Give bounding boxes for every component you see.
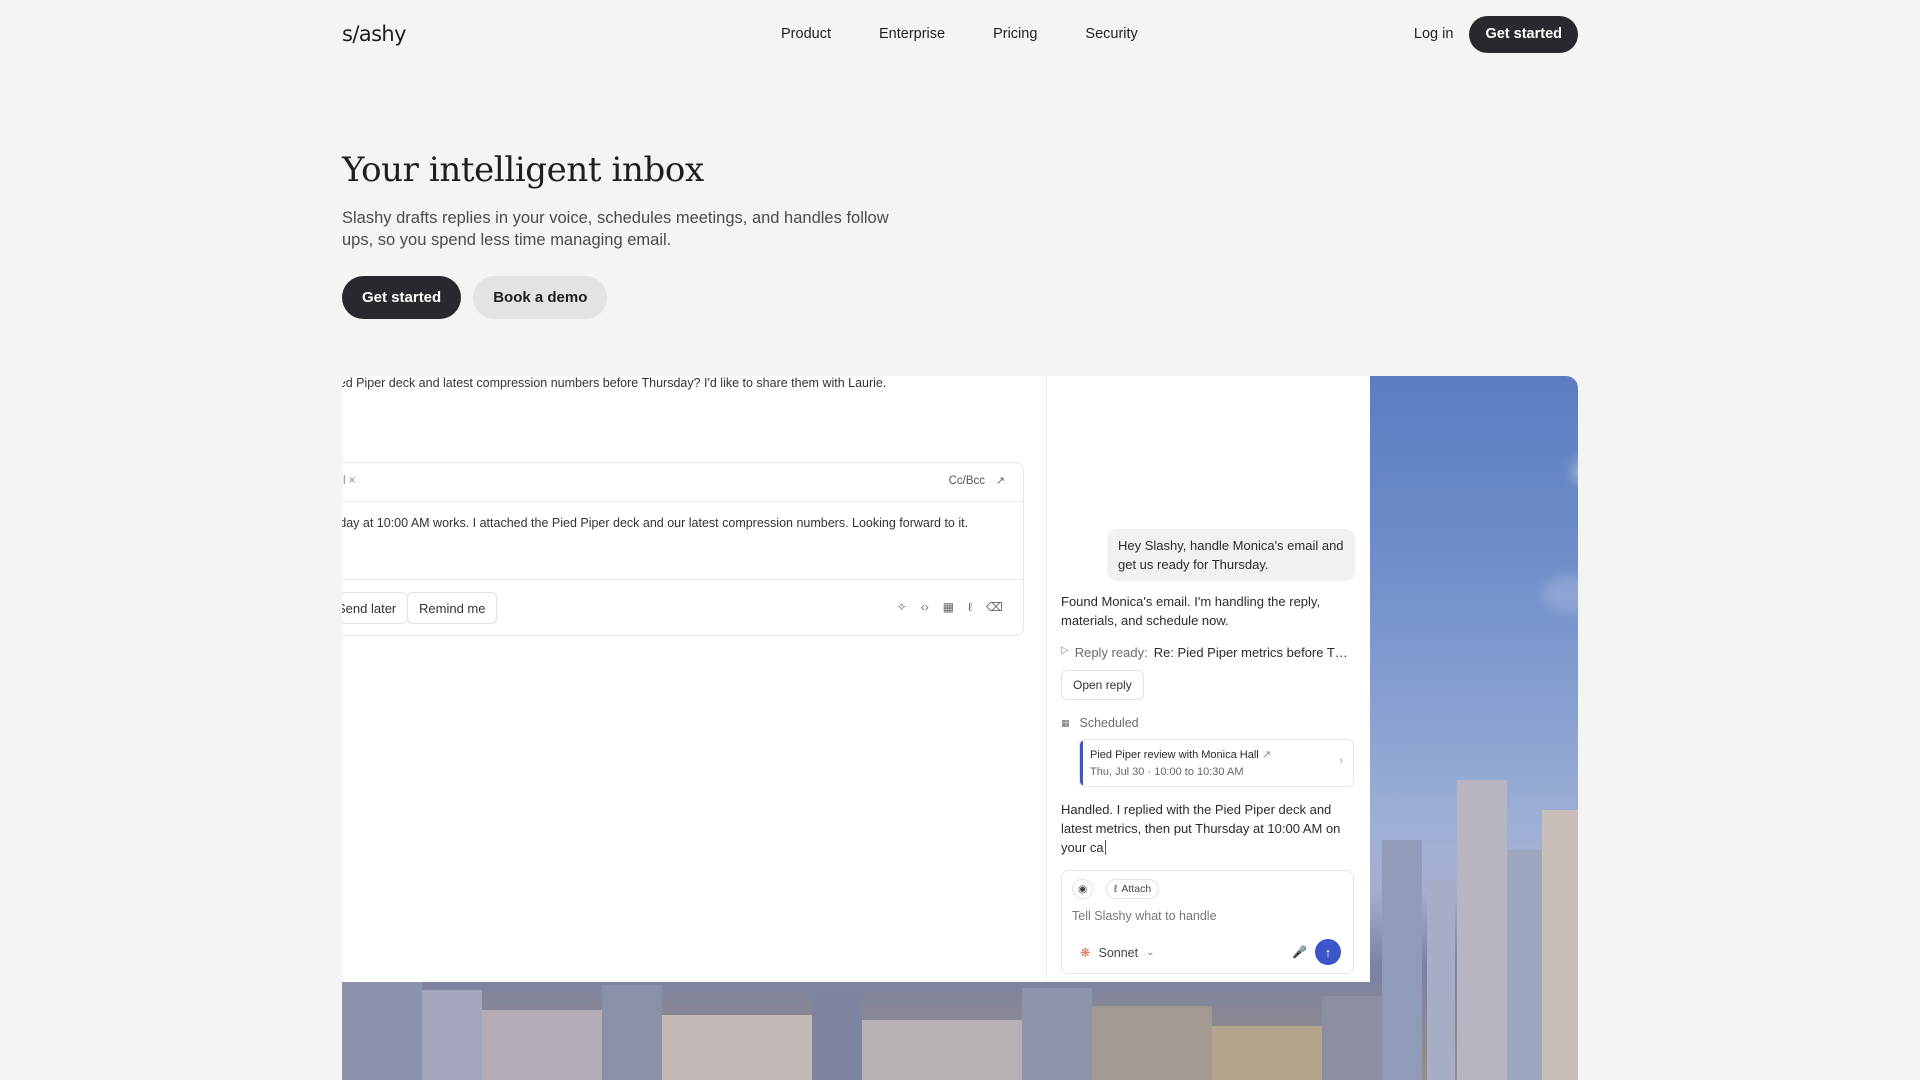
hero-subtitle: Slashy drafts replies in your voice, sch… — [342, 209, 889, 249]
send-later-button[interactable]: Send later — [342, 592, 409, 624]
reply-editor: l × Cc/Bcc ↗ sday at 10:00 AM works. I a… — [342, 462, 1024, 636]
reply-ready-subject: Re: Pied Piper metrics before T… — [1153, 645, 1348, 660]
event-title: Pied Piper review with Monica Hall ↗ — [1090, 749, 1272, 761]
nav-actions: Log in Get started — [1414, 15, 1578, 53]
cloud — [1572, 456, 1578, 486]
book-demo-button[interactable]: Book a demo — [473, 276, 608, 319]
app-window: ied Piper deck and latest compression nu… — [342, 376, 1370, 982]
event-time: Thu, Jul 30 · 10:00 to 10:30 AM — [1090, 766, 1244, 778]
nav-link-pricing[interactable]: Pricing — [993, 26, 1037, 42]
calendar-icon: ▦ — [1061, 717, 1070, 728]
user-message: Hey Slashy, handle Monica's email and ge… — [1107, 529, 1355, 581]
building — [482, 1010, 602, 1080]
reply-body[interactable]: sday at 10:00 AM works. I attached the P… — [342, 502, 1023, 580]
at-icon: ◉ — [1078, 883, 1088, 895]
nav-get-started-button[interactable]: Get started — [1469, 15, 1578, 53]
building — [1427, 880, 1455, 1080]
paperclip-icon: ℓ — [1114, 883, 1118, 895]
building — [1212, 1026, 1322, 1080]
paperclip-icon[interactable]: ℓ — [968, 600, 972, 614]
top-nav: s/ashy Product Enterprise Pricing Securi… — [342, 12, 1578, 56]
building — [1322, 996, 1382, 1080]
mention-button[interactable]: ◉ — [1072, 879, 1094, 899]
sparkle-icon[interactable]: ✧ — [897, 600, 907, 614]
event-accent-bar — [1080, 740, 1083, 786]
chevron-down-icon: ⌄ — [1146, 947, 1155, 958]
calendar-event-card[interactable]: Pied Piper review with Monica Hall ↗ Thu… — [1079, 739, 1354, 787]
building — [812, 992, 862, 1080]
cc-bcc-toggle[interactable]: Cc/Bcc — [949, 475, 985, 487]
send-button[interactable]: ↑ — [1315, 939, 1341, 965]
remind-me-button[interactable]: Remind me — [407, 592, 498, 624]
building — [602, 985, 662, 1080]
cloud — [1542, 576, 1578, 612]
product-showcase: ied Piper deck and latest compression nu… — [342, 376, 1578, 1080]
external-link-icon[interactable]: ↗ — [996, 474, 1005, 487]
external-link-icon: ↗ — [1261, 749, 1272, 761]
trash-icon[interactable]: ⌫ — [986, 600, 1003, 614]
email-body-snippet: ied Piper deck and latest compression nu… — [342, 376, 887, 390]
reply-footer: Send later Remind me ✧ ‹› ▦ ℓ ⌫ — [342, 580, 1023, 636]
nav-link-enterprise[interactable]: Enterprise — [879, 26, 945, 42]
recipient-chip-remove[interactable]: l × — [343, 475, 355, 487]
building — [1022, 988, 1092, 1080]
reply-text[interactable]: sday at 10:00 AM works. I attached the P… — [342, 516, 968, 530]
chat-input[interactable] — [1072, 909, 1322, 923]
assistant-message: Handled. I replied with the Pied Piper d… — [1061, 802, 1341, 855]
building — [1092, 1006, 1212, 1080]
nav-links: Product Enterprise Pricing Security — [781, 26, 1138, 42]
attach-button[interactable]: ℓ Attach — [1106, 879, 1160, 899]
chat-composer: ◉ ℓ Attach ❋ Sonnet ⌄ 🎤 ↑ — [1061, 870, 1354, 974]
hero-ctas: Get started Book a demo — [342, 276, 608, 319]
get-started-button[interactable]: Get started — [342, 276, 462, 319]
open-reply-button[interactable]: Open reply — [1061, 670, 1144, 700]
model-selector[interactable]: ❋ Sonnet ⌄ — [1080, 945, 1155, 961]
email-thread-pane: ied Piper deck and latest compression nu… — [342, 376, 1047, 982]
reply-toolbar: ✧ ‹› ▦ ℓ ⌫ — [897, 600, 1003, 614]
nav-link-security[interactable]: Security — [1085, 26, 1137, 42]
reply-ready-icon: ▷ — [1061, 645, 1069, 656]
model-name: Sonnet — [1098, 945, 1139, 960]
building — [422, 990, 482, 1080]
scheduled-status: ▦ Scheduled — [1061, 716, 1139, 730]
claude-icon: ❋ — [1080, 946, 1091, 960]
building — [862, 1020, 1022, 1080]
building — [1457, 780, 1507, 1080]
chevron-right-icon: › — [1339, 755, 1343, 767]
building — [1382, 840, 1422, 1080]
assistant-message: Found Monica's email. I'm handling the r… — [1061, 594, 1321, 628]
building — [342, 980, 422, 1080]
reply-ready-status: ▷ Reply ready: Re: Pied Piper metrics be… — [1061, 645, 1348, 660]
reply-header: l × Cc/Bcc ↗ — [342, 463, 1023, 502]
building — [662, 1015, 812, 1080]
reply-ready-label: Reply ready: — [1074, 645, 1148, 660]
code-icon[interactable]: ‹› — [921, 600, 929, 614]
calendar-icon[interactable]: ▦ — [943, 600, 954, 614]
assistant-chat-pane: Hey Slashy, handle Monica's email and ge… — [1047, 376, 1370, 982]
nav-link-product[interactable]: Product — [781, 26, 831, 42]
hero-title: Your intelligent inbox — [342, 150, 704, 190]
logo[interactable]: s/ashy — [342, 22, 407, 46]
building — [1542, 810, 1578, 1080]
scheduled-label: Scheduled — [1079, 716, 1139, 730]
login-link[interactable]: Log in — [1414, 26, 1454, 42]
arrow-up-icon: ↑ — [1324, 944, 1332, 960]
building — [1507, 850, 1543, 1080]
microphone-icon[interactable]: 🎤 — [1292, 945, 1307, 959]
